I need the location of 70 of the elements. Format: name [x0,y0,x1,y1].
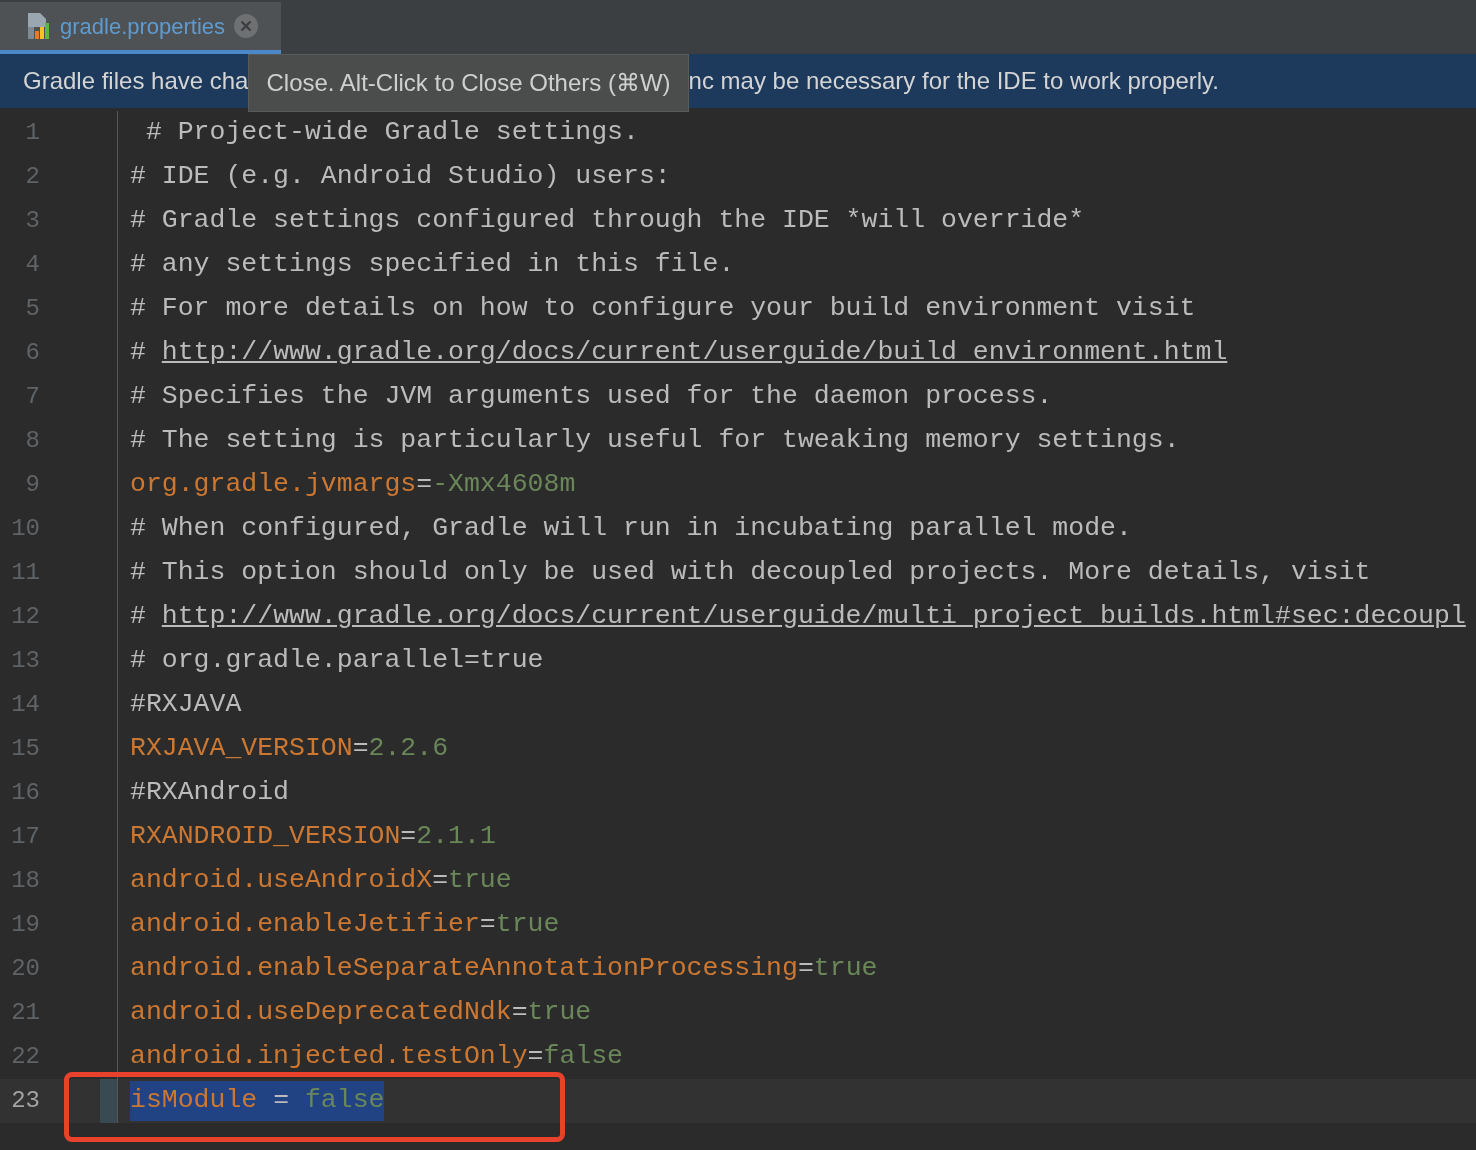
line-number: 20 [10,954,40,984]
comment-text: # The setting is particularly useful for tweaking memory settings. [130,424,1180,458]
comment-text: # For more details on how to configure your build environment visit [130,292,1196,326]
line-number: 15 [10,734,40,764]
banner-text: nc may be necessary for the IDE to work properly. [688,66,1219,96]
tooltip: Close. Alt-Click to Close Others (⌘W) [248,54,689,112]
property-value: 2.1.1 [416,820,496,854]
line-number: 18 [10,866,40,896]
property-key: android.enableSeparateAnnotationProcessing [130,949,798,989]
equals-sign: = [479,908,496,942]
property-value: 2.2.6 [368,732,449,766]
property-value: true [813,952,878,986]
close-icon[interactable] [233,13,260,39]
banner-text: Gradle files have cha [23,66,249,96]
comment-text: # When configured, Gradle will run in incubating parallel mode. [130,512,1132,546]
comment-text: # This option should only be used with decoupled projects. More details, visit [130,556,1371,590]
line-number: 3 [24,206,40,236]
comment-marker: # [130,336,147,370]
line-number: 4 [24,250,40,280]
property-key: isModule [130,1081,258,1121]
equals-sign: = [432,864,449,898]
property-key: RXANDROID_VERSION [130,817,401,857]
property-value: -Xmx4608m [432,468,576,502]
line-number: 21 [10,998,40,1028]
comment-text: #RXJAVA [130,688,242,722]
line-number: 6 [24,338,40,368]
line-number: 23 [10,1086,40,1116]
property-key: android.useAndroidX [130,861,433,901]
comment-text: # Gradle settings configured through the IDE *will override* [130,204,1085,238]
comment-text: # any settings specified in this file. [130,248,735,282]
property-key: org.gradle.jvmargs [130,465,417,505]
line-number: 11 [10,558,40,588]
url-link[interactable]: http://www.gradle.org/docs/current/userguide/build_environment.html [161,333,1228,373]
comment-text: #RXAndroid [130,776,290,810]
comment-text: # Specifies the JVM arguments used for the daemon process. [130,380,1053,414]
comment-marker: # [130,600,147,634]
equals-sign: = [352,732,369,766]
property-value: false [543,1040,623,1074]
line-number: 8 [24,426,40,456]
property-value: true [527,996,592,1030]
comment-text: # IDE (e.g. Android Studio) users: [130,160,671,194]
line-number: 14 [10,690,40,720]
line-number: 9 [24,470,40,500]
line-number: 13 [10,646,40,676]
line-number: 2 [24,162,40,192]
line-number: 12 [10,602,40,632]
equals-sign: = [527,1040,544,1074]
equals-sign: = [272,1084,291,1118]
property-key: android.useDeprecatedNdk [130,993,512,1033]
property-key: android.enableJetifier [130,905,480,945]
property-key: android.injected.testOnly [130,1037,528,1077]
line-number: 19 [10,910,40,940]
line-number: 22 [10,1042,40,1072]
line-number: 10 [10,514,40,544]
line-number: 1 [24,118,40,148]
url-link[interactable]: http://www.gradle.org/docs/current/userguide/multi_project_builds.html#sec:decoupl [161,597,1466,637]
property-value: true [495,908,560,942]
property-value: true [448,864,512,898]
line-number: 7 [24,382,40,412]
equals-sign: = [400,820,417,854]
comment-text: # org.gradle.parallel=true [130,644,544,678]
equals-sign: = [416,468,433,502]
line-number: 5 [24,294,40,324]
equals-sign: = [797,952,814,986]
property-value: false [304,1084,385,1118]
line-number: 17 [10,822,40,852]
equals-sign: = [511,996,528,1030]
comment-text: # Project-wide Gradle settings. [144,116,639,150]
line-number: 16 [10,778,40,808]
property-key: RXJAVA_VERSION [130,729,353,769]
